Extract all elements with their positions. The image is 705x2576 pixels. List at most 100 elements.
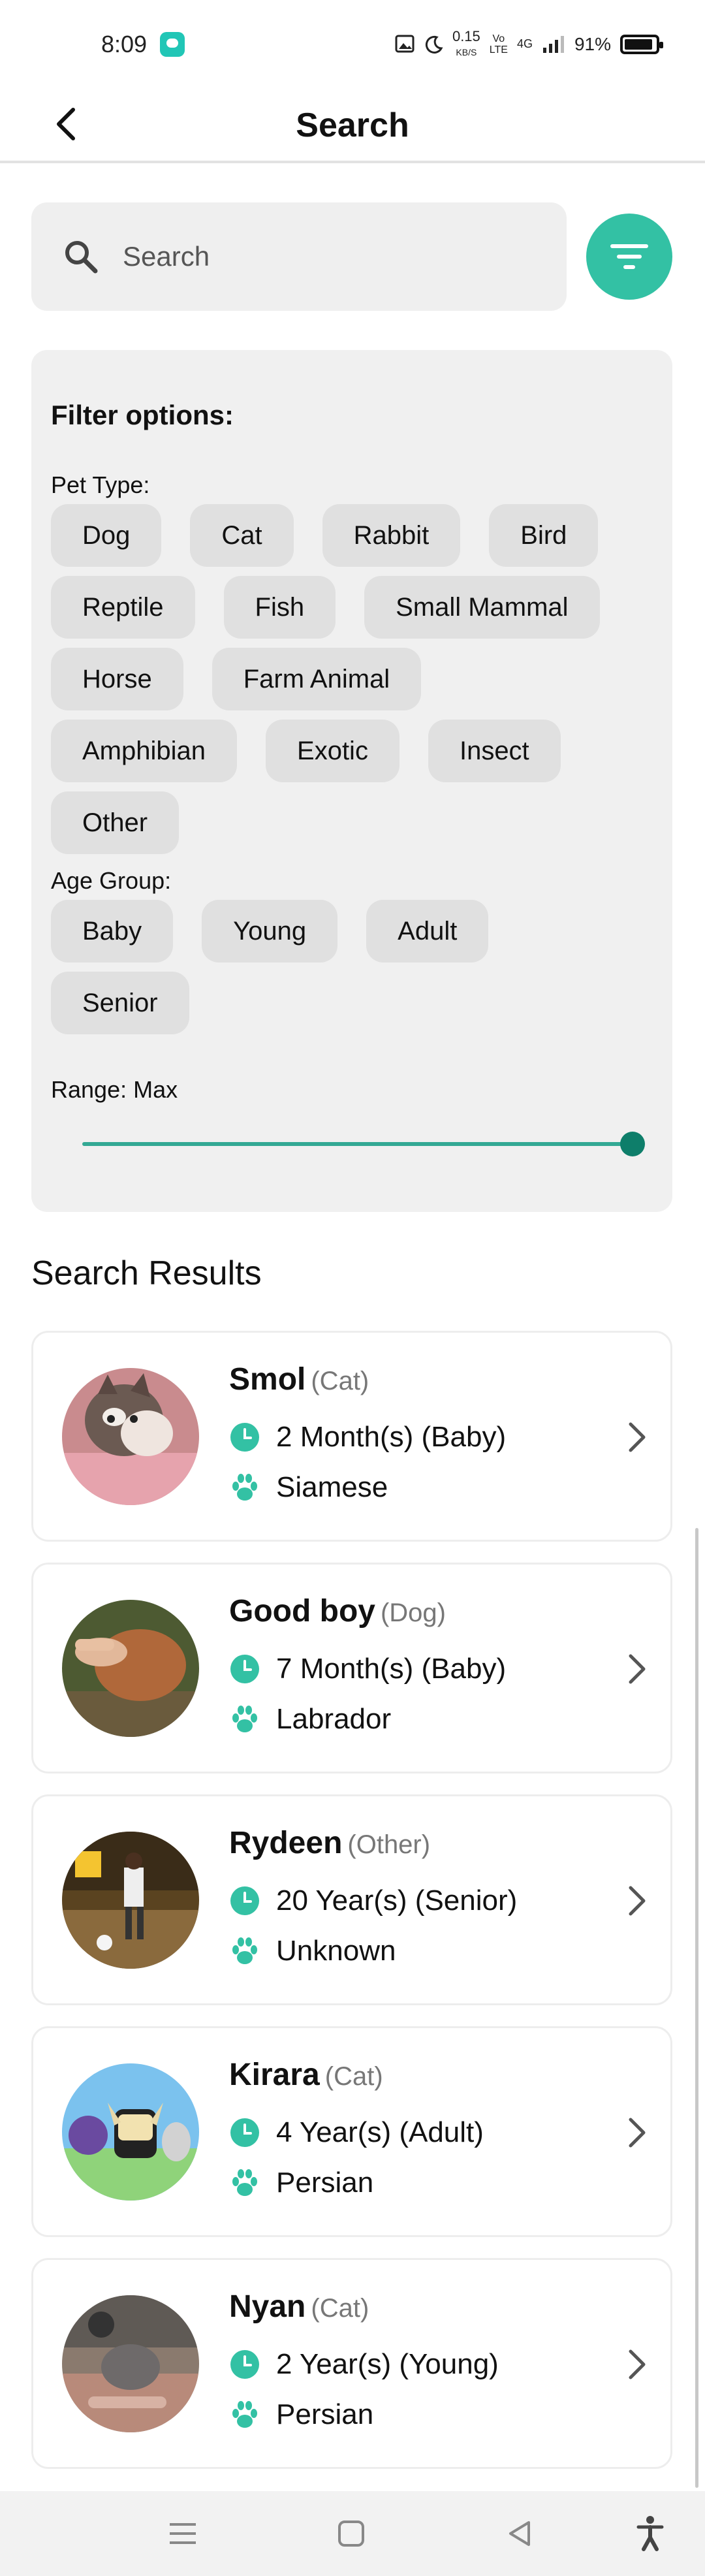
volte-bottom: LTE <box>489 44 508 56</box>
result-card[interactable]: Kirara (Cat) 4 Year(s) (Adult) Persian <box>31 2026 672 2237</box>
pet-breed-row: Siamese <box>229 1471 388 1504</box>
recents-button[interactable] <box>163 2514 202 2553</box>
clock-icon <box>230 2350 259 2379</box>
chevron-right-icon[interactable] <box>621 2113 653 2152</box>
pet-breed: Persian <box>276 2167 374 2199</box>
battery-percent: 91% <box>574 33 611 54</box>
home-button[interactable] <box>332 2514 371 2553</box>
chevron-right-icon[interactable] <box>621 1418 653 1457</box>
back-button[interactable] <box>46 104 85 144</box>
pet-avatar <box>62 2295 199 2432</box>
chip-pet-type-cat[interactable]: Cat <box>190 504 294 567</box>
pet-name: Good boy <box>229 1594 375 1629</box>
search-input[interactable] <box>123 241 514 272</box>
system-nav-bar <box>0 2491 705 2576</box>
clock-icon <box>230 2118 259 2147</box>
filter-heading: Filter options: <box>51 400 234 430</box>
pet-type-label: Pet Type: <box>51 471 150 498</box>
do-not-disturb-moon-icon <box>425 35 443 54</box>
chevron-right-icon[interactable] <box>621 1649 653 1689</box>
pet-type: (Cat) <box>311 2294 369 2323</box>
pet-name-line: Smol (Cat) <box>229 1361 369 1397</box>
battery-icon <box>620 34 663 54</box>
result-card[interactable]: Rydeen (Other) 20 Year(s) (Senior) Unknow… <box>31 1794 672 2005</box>
chip-pet-type-exotic[interactable]: Exotic <box>266 720 400 782</box>
chip-age-senior[interactable]: Senior <box>51 972 189 1034</box>
pet-age-row: 2 Month(s) (Baby) <box>229 1421 506 1454</box>
filter-panel: Filter options: Pet Type: Dog Cat Rabbit… <box>31 350 672 1212</box>
menu-lines-icon <box>170 2523 196 2544</box>
result-card[interactable]: Good boy (Dog) 7 Month(s) (Baby) Labrador <box>31 1563 672 1773</box>
filter-icon <box>610 244 648 269</box>
search-bar[interactable] <box>31 202 567 311</box>
back-nav-button[interactable] <box>500 2514 539 2553</box>
result-card[interactable]: Nyan (Cat) 2 Year(s) (Young) Persian <box>31 2258 672 2469</box>
pet-breed-row: Unknown <box>229 1935 396 1967</box>
pet-age-row: 2 Year(s) (Young) <box>229 2348 499 2381</box>
pet-age: 7 Month(s) (Baby) <box>276 1653 507 1685</box>
pet-type: (Other) <box>347 1830 431 1859</box>
pet-age: 20 Year(s) (Senior) <box>276 1884 518 1916</box>
pet-name-line: Rydeen (Other) <box>229 1825 430 1861</box>
pet-age-row: 4 Year(s) (Adult) <box>229 2116 484 2149</box>
paw-icon <box>232 1706 257 1732</box>
pet-name: Smol <box>229 1362 306 1397</box>
chevron-right-icon[interactable] <box>621 1881 653 1920</box>
pet-avatar <box>62 2063 199 2201</box>
filter-button[interactable] <box>586 214 672 300</box>
volte-top: Vo <box>492 33 505 44</box>
battery-level <box>625 39 652 50</box>
pet-age-row: 20 Year(s) (Senior) <box>229 1884 517 1917</box>
range-slider-thumb[interactable] <box>620 1132 645 1156</box>
chip-age-baby[interactable]: Baby <box>51 900 174 962</box>
chip-pet-type-rabbit[interactable]: Rabbit <box>322 504 461 567</box>
gallery-icon <box>395 35 415 52</box>
network-type: 4G <box>516 37 533 50</box>
network-speed-unit: KB/S <box>456 46 477 57</box>
result-card[interactable]: Smol (Cat) 2 Month(s) (Baby) Siamese <box>31 1331 672 1542</box>
chip-pet-type-dog[interactable]: Dog <box>51 504 162 567</box>
home-square-icon <box>338 2520 364 2547</box>
pet-breed: Siamese <box>276 1471 388 1503</box>
pet-name: Kirara <box>229 2058 320 2092</box>
chip-age-adult[interactable]: Adult <box>366 900 489 962</box>
accessibility-button[interactable] <box>631 2514 670 2553</box>
scrollbar[interactable] <box>695 1528 698 2488</box>
chip-pet-type-other[interactable]: Other <box>51 791 180 854</box>
pet-breed-row: Persian <box>229 2167 373 2199</box>
pet-breed: Persian <box>276 2398 374 2430</box>
results-list: Smol (Cat) 2 Month(s) (Baby) Siamese Good… <box>31 1331 672 2490</box>
chip-pet-type-farm-animal[interactable]: Farm Animal <box>212 648 422 710</box>
age-group-label: Age Group: <box>51 867 172 894</box>
chip-pet-type-insect[interactable]: Insect <box>428 720 561 782</box>
accessibility-icon <box>636 2516 664 2551</box>
clock-icon <box>230 1886 259 1915</box>
pet-breed: Unknown <box>276 1935 396 1967</box>
chip-age-young[interactable]: Young <box>202 900 338 962</box>
pet-name: Rydeen <box>229 1826 343 1860</box>
clock-icon <box>230 1423 259 1452</box>
search-results-title: Search Results <box>31 1254 262 1292</box>
chip-pet-type-small-mammal[interactable]: Small Mammal <box>364 576 600 639</box>
chip-pet-type-fish[interactable]: Fish <box>223 576 336 639</box>
volte-indicator: Vo LTE <box>490 33 508 56</box>
pet-type: (Cat) <box>324 2062 383 2091</box>
pet-type: (Cat) <box>311 1367 369 1395</box>
chip-pet-type-reptile[interactable]: Reptile <box>51 576 195 639</box>
age-group-chips: Baby Young Adult Senior <box>51 900 653 1034</box>
chip-pet-type-horse[interactable]: Horse <box>51 648 183 710</box>
range-label: Range: Max <box>51 1076 178 1103</box>
pet-name-line: Good boy (Dog) <box>229 1593 446 1629</box>
signal-icon <box>542 35 564 53</box>
range-slider[interactable] <box>82 1130 645 1158</box>
pet-age: 4 Year(s) (Adult) <box>276 2116 484 2148</box>
pet-avatar <box>62 1368 199 1505</box>
chip-pet-type-bird[interactable]: Bird <box>489 504 599 567</box>
paw-icon <box>232 1937 257 1964</box>
paw-icon <box>232 1474 257 1501</box>
chip-pet-type-amphibian[interactable]: Amphibian <box>51 720 238 782</box>
chevron-right-icon[interactable] <box>621 2345 653 2384</box>
pet-type-chips: Dog Cat Rabbit Bird Reptile Fish Small M… <box>51 504 653 854</box>
pet-breed-row: Persian <box>229 2398 373 2431</box>
search-icon <box>65 241 98 274</box>
